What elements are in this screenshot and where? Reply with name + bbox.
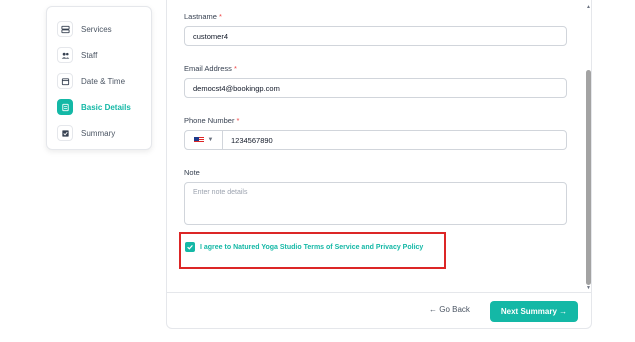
terms-agreement[interactable]: I agree to Natured Yoga Studio Terms of … [185,242,423,252]
step-summary[interactable]: Summary [57,125,115,141]
lastname-value: customer4 [193,31,229,41]
phone-field: ▼ 1234567890 [184,130,567,150]
scroll-thumb[interactable] [586,70,591,285]
services-icon [57,21,73,37]
step-services[interactable]: Services [57,21,112,37]
form-scroll-area[interactable]: Lastname * customer4 Email Address * dem… [167,0,585,292]
calendar-icon [57,73,73,89]
us-flag-icon [193,137,204,143]
email-label: Email Address * [184,64,237,73]
vertical-scrollbar[interactable]: ▲ ▼ [585,0,592,292]
step-date-time[interactable]: Date & Time [57,73,125,89]
step-basic-details[interactable]: Basic Details [57,99,131,115]
phone-label: Phone Number * [184,116,240,125]
scroll-down-icon[interactable]: ▼ [586,285,591,291]
step-label: Summary [81,128,116,138]
step-label: Basic Details [81,102,131,112]
scroll-up-icon[interactable]: ▲ [586,4,591,10]
step-label: Services [81,24,112,34]
terms-agreement-label: I agree to Natured Yoga Studio Terms of … [200,243,424,251]
staff-icon [57,47,73,63]
step-staff[interactable]: Staff [57,47,97,63]
email-field[interactable]: democst4@bookingp.com [184,78,567,98]
terms-checkbox[interactable] [185,242,195,252]
phone-number-input[interactable]: 1234567890 [223,136,273,145]
lastname-field[interactable]: customer4 [184,26,567,46]
lastname-label: Lastname * [184,12,222,21]
note-textarea[interactable]: Enter note details [184,182,567,225]
form-footer: ← Go Back Next Summary → [167,292,591,329]
step-label: Staff [81,50,98,60]
note-label: Note [184,168,200,177]
country-code-select[interactable]: ▼ [185,131,223,149]
summary-icon [57,125,73,141]
basic-details-panel: Lastname * customer4 Email Address * dem… [166,0,592,329]
email-value: democst4@bookingp.com [193,83,280,93]
go-back-button[interactable]: ← Go Back [429,305,470,314]
details-icon [57,99,73,115]
chevron-down-icon: ▼ [207,137,214,143]
booking-steps-card: Services Staff Date & Time Basic Details… [46,6,152,150]
step-label: Date & Time [81,76,126,86]
next-summary-button[interactable]: Next Summary → [490,301,578,322]
